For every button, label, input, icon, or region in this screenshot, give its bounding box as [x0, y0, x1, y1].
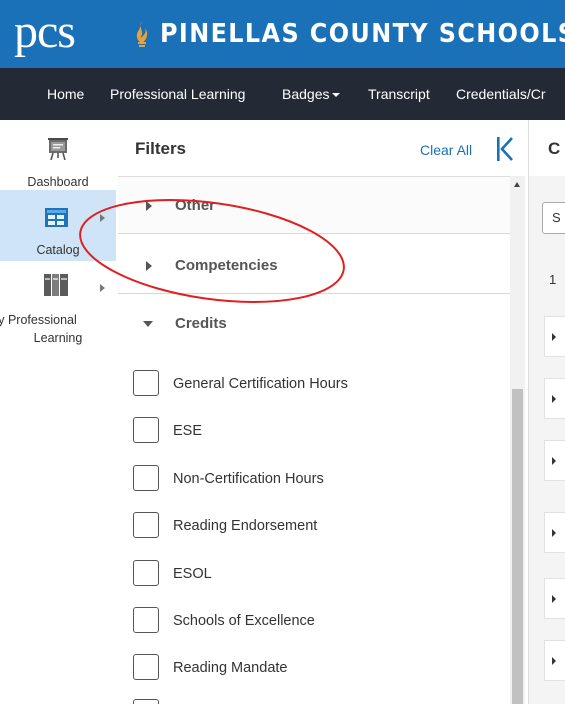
credit-option-label: Reading Endorsement — [173, 518, 318, 534]
checkbox[interactable] — [133, 560, 159, 586]
expand-arrow-icon — [552, 333, 556, 341]
scroll-up-arrow-icon[interactable] — [514, 182, 520, 187]
credit-option-label: ESOL — [173, 566, 212, 582]
credit-option-partial[interactable] — [133, 699, 493, 704]
rail-item-dashboard[interactable]: Dashboard — [0, 120, 116, 189]
catalog-results: C S 1 — [528, 120, 565, 704]
checkbox[interactable] — [133, 417, 159, 443]
district-name: PINELLAS COUNTY SCHOOLS — [160, 19, 565, 49]
filters-header: Filters Clear All — [118, 120, 528, 176]
collapse-panel-icon[interactable] — [497, 135, 515, 163]
section-label-credits: Credits — [175, 315, 227, 332]
brand-header: pcs PINELLAS COUNTY SCHOOLS — [0, 0, 565, 68]
nav-home[interactable]: Home — [47, 85, 84, 103]
filters-scrollbar[interactable] — [510, 176, 525, 704]
result-card[interactable] — [544, 578, 565, 619]
collapse-triangle-icon — [143, 321, 153, 327]
results-count: 1 — [549, 272, 557, 287]
credit-option-label: Non-Certification Hours — [173, 471, 324, 487]
credit-option[interactable]: Schools of Excellence — [133, 607, 493, 635]
presentation-board-icon — [48, 138, 68, 160]
nav-credentials[interactable]: Credentials/Cr — [456, 85, 545, 103]
filters-panel: Filters Clear All Other Competencies Cre… — [118, 120, 528, 704]
credit-option[interactable]: General Certification Hours — [133, 370, 493, 398]
checkbox[interactable] — [133, 654, 159, 680]
result-card[interactable] — [544, 316, 565, 357]
expand-triangle-icon — [146, 261, 152, 271]
results-search-text: S — [552, 210, 561, 225]
catalog-grid-icon — [45, 208, 68, 227]
credit-option[interactable]: ESOL — [133, 560, 493, 588]
filter-section-competencies[interactable]: Competencies — [118, 237, 510, 294]
filter-section-other[interactable]: Other — [118, 177, 510, 234]
checkbox[interactable] — [133, 370, 159, 396]
result-card[interactable] — [544, 378, 565, 419]
rail-label-dashboard: Dashboard — [27, 175, 89, 189]
rail-item-my-professional-learning[interactable]: /ly Professional Learning — [0, 266, 116, 350]
results-title: C — [548, 139, 561, 158]
credit-option[interactable]: Non-Certification Hours — [133, 465, 493, 493]
torch-flame-icon — [136, 21, 148, 47]
caret-down-icon — [332, 93, 341, 98]
credit-option[interactable]: Reading Endorsement — [133, 512, 493, 540]
results-search-box[interactable]: S — [542, 202, 565, 234]
nav-badges[interactable]: Badges — [282, 85, 341, 103]
checkbox[interactable] — [133, 512, 159, 538]
result-card[interactable] — [544, 440, 565, 481]
top-navigation: Home Professional Learning Badges Transc… — [0, 68, 565, 120]
checkbox[interactable] — [133, 699, 159, 704]
books-icon — [44, 274, 68, 296]
expand-arrow-icon — [100, 214, 105, 222]
section-label-other: Other — [175, 197, 216, 214]
pcs-logo[interactable]: pcs — [14, 6, 76, 58]
expand-arrow-icon — [552, 595, 556, 603]
credit-option-label: ESE — [173, 423, 203, 439]
checkbox[interactable] — [133, 607, 159, 633]
expand-arrow-icon — [100, 284, 105, 292]
section-label-competencies: Competencies — [175, 257, 278, 274]
credit-option[interactable]: Reading Mandate — [133, 654, 493, 682]
credit-option-label: Schools of Excellence — [173, 613, 315, 629]
expand-arrow-icon — [552, 457, 556, 465]
left-rail: Dashboard Catalog /ly Professional Learn… — [0, 120, 118, 704]
filter-section-credits[interactable]: Credits — [118, 295, 510, 352]
filter-list[interactable]: Other Competencies Credits General Certi… — [118, 176, 510, 704]
expand-arrow-icon — [552, 657, 556, 665]
expand-arrow-icon — [552, 395, 556, 403]
expand-triangle-icon — [146, 201, 152, 211]
expand-arrow-icon — [552, 529, 556, 537]
credit-option-label: General Certification Hours — [173, 376, 348, 392]
results-header: C — [529, 120, 565, 176]
credit-option-label: Reading Mandate — [173, 660, 288, 676]
result-card[interactable] — [544, 512, 565, 553]
result-card[interactable] — [544, 640, 565, 681]
rail-item-catalog[interactable]: Catalog — [0, 190, 116, 261]
rail-label-my-professional: /ly Professional — [0, 313, 77, 327]
nav-professional-learning[interactable]: Professional Learning — [110, 85, 245, 103]
clear-all-link[interactable]: Clear All — [420, 141, 472, 159]
rail-label-catalog: Catalog — [36, 243, 80, 257]
nav-badges-label: Badges — [282, 86, 330, 102]
nav-transcript[interactable]: Transcript — [368, 85, 430, 103]
filters-title: Filters — [135, 139, 187, 158]
scrollbar-thumb[interactable] — [512, 389, 523, 704]
credit-option[interactable]: ESE — [133, 417, 493, 445]
checkbox[interactable] — [133, 465, 159, 491]
rail-label-learning: Learning — [33, 331, 83, 345]
